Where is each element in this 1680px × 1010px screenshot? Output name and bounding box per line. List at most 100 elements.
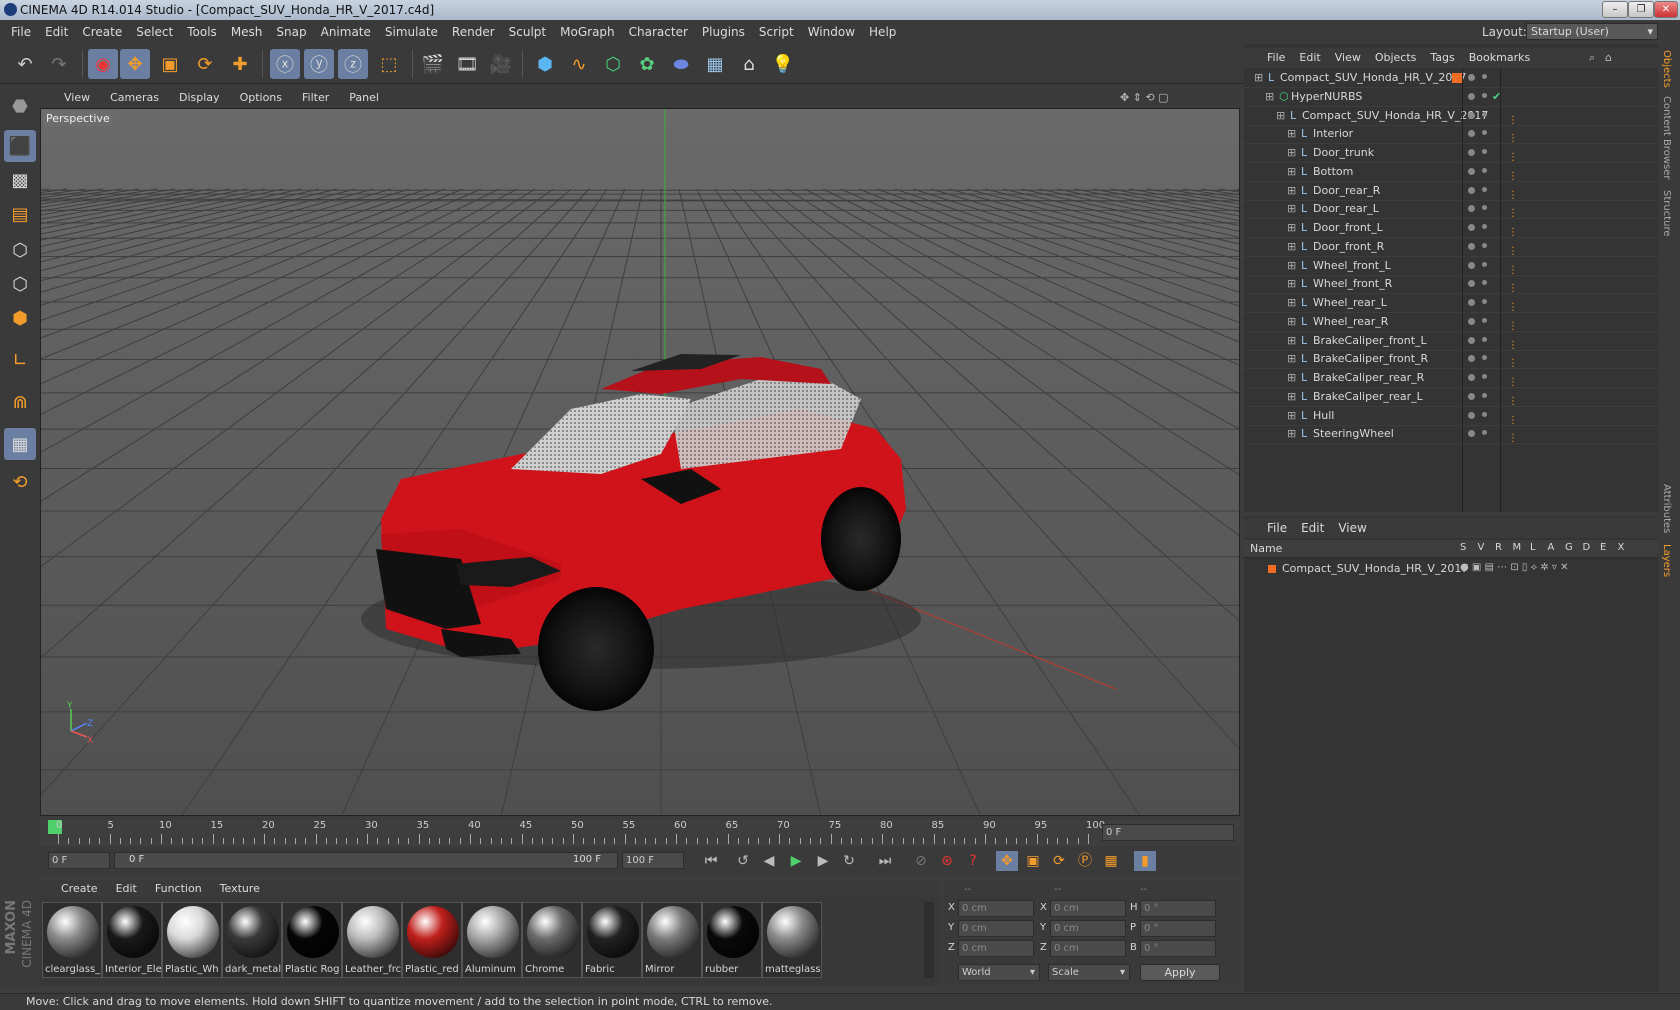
expand-icon[interactable]: ⊞ <box>1287 331 1296 351</box>
record-scale-icon[interactable]: ▣ <box>1022 851 1044 871</box>
material-menu-texture[interactable]: Texture <box>220 882 260 895</box>
expand-icon[interactable]: ⊞ <box>1265 87 1274 107</box>
object-row[interactable]: ⊞ ᒪ BrakeCaliper_front_L ⋮ <box>1244 331 1658 351</box>
expand-icon[interactable]: ⊞ <box>1287 218 1296 238</box>
menu-simulate[interactable]: Simulate <box>385 25 438 39</box>
material-tag-icon[interactable]: ⋮ <box>1508 298 1518 313</box>
visibility-dot-icon[interactable] <box>1468 74 1475 81</box>
render-dot-icon[interactable] <box>1482 299 1487 304</box>
material-menu-create[interactable]: Create <box>61 882 98 895</box>
axis-mode-icon[interactable]: ∟ <box>4 344 36 376</box>
polygons-mode-icon[interactable]: ⬢ <box>4 302 36 334</box>
render-dot-icon[interactable] <box>1482 186 1487 192</box>
render-dot-icon[interactable] <box>1482 130 1487 136</box>
edges-mode-icon[interactable]: ⬡ <box>4 268 36 300</box>
material-swatch[interactable]: Mirror <box>642 902 702 978</box>
coord-value-field[interactable]: 0 cm <box>1050 900 1126 917</box>
world-select[interactable]: World ▾ <box>958 964 1040 981</box>
material-swatch[interactable]: Aluminum <box>462 902 522 978</box>
visibility-dot-icon[interactable] <box>1468 167 1475 175</box>
material-tag-icon[interactable]: ⋮ <box>1508 336 1518 351</box>
material-swatch[interactable]: clearglass_ <box>42 902 102 978</box>
layout-select[interactable]: Startup (User) ▾ <box>1526 23 1658 40</box>
expand-icon[interactable]: ⊞ <box>1287 237 1296 257</box>
maximize-button[interactable]: ❐ <box>1628 1 1654 18</box>
visibility-dot-icon[interactable] <box>1468 317 1475 325</box>
layer-column-header[interactable]: D <box>1583 542 1591 553</box>
render-dot-icon[interactable] <box>1482 261 1487 267</box>
object-row[interactable]: ⊞ ᒪ Interior ⋮ <box>1244 124 1658 145</box>
render-dot-icon[interactable] <box>1482 336 1487 342</box>
render-settings-icon[interactable]: 🎥 <box>486 49 516 79</box>
object-row[interactable]: ⊞ ᒪ Compact_SUV_Honda_HR_V_2017 ⋮ <box>1244 106 1658 126</box>
apply-button[interactable]: Apply <box>1140 964 1220 981</box>
expand-icon[interactable]: ⊞ <box>1287 406 1296 426</box>
material-swatch[interactable]: Fabric <box>582 902 642 978</box>
keyframe-selection-icon[interactable]: ? <box>962 851 984 871</box>
layer-flags-icons[interactable]: ● ▣ ▤ ⋯ ⊡ ▯ ⟡ ✲ ▿ ✕ <box>1460 562 1569 573</box>
object-row[interactable]: ⊞ ᒪ Door_rear_L ⋮ <box>1244 199 1658 220</box>
visibility-dot-icon[interactable] <box>1468 111 1475 119</box>
undo-icon[interactable]: ↶ <box>10 49 40 79</box>
menu-mograph[interactable]: MoGraph <box>560 25 615 39</box>
render-dot-icon[interactable] <box>1482 92 1487 98</box>
spline-icon[interactable]: ∿ <box>564 49 594 79</box>
layer-column-header[interactable]: V <box>1478 542 1485 553</box>
scale-tool-icon[interactable]: ▣ <box>155 49 185 79</box>
visibility-dot-icon[interactable] <box>1468 205 1475 213</box>
expand-icon[interactable]: ⊞ <box>1287 274 1296 294</box>
material-menu-function[interactable]: Function <box>155 882 202 895</box>
floor-icon[interactable]: ▦ <box>700 49 730 79</box>
go-to-start-icon[interactable]: ⏮ <box>700 851 722 871</box>
expand-icon[interactable]: ⊞ <box>1254 68 1263 88</box>
object-row[interactable]: ⊞ ᒪ Wheel_rear_R ⋮ <box>1244 312 1658 332</box>
previous-key-icon[interactable]: ↺ <box>732 851 754 871</box>
workplane-lock-icon[interactable]: ▦ <box>4 428 36 460</box>
visibility-dot-icon[interactable] <box>1468 224 1475 231</box>
render-dot-icon[interactable] <box>1482 392 1487 398</box>
material-swatch[interactable]: rubber <box>702 902 762 978</box>
material-tag-icon[interactable]: ⋮ <box>1508 373 1518 388</box>
coord-value-field[interactable]: 0 cm <box>1050 940 1126 957</box>
menu-edit[interactable]: Edit <box>45 25 68 39</box>
play-icon[interactable]: ▶ <box>785 851 807 871</box>
material-swatch[interactable]: Plastic Rog <box>282 902 342 978</box>
expand-icon[interactable]: ⊞ <box>1287 424 1296 444</box>
expand-icon[interactable]: ⊞ <box>1287 312 1296 332</box>
next-frame-icon[interactable]: ▶ <box>812 851 834 871</box>
menu-select[interactable]: Select <box>136 25 173 39</box>
workplane-icon[interactable]: ▤ <box>4 198 36 230</box>
tab-content-browser[interactable]: Content Browser <box>1661 96 1672 179</box>
material-tag-icon[interactable]: ⋮ <box>1508 317 1518 332</box>
material-scrollbar[interactable] <box>924 902 934 978</box>
render-dot-icon[interactable] <box>1482 280 1487 286</box>
material-tag-icon[interactable]: ⋮ <box>1508 223 1518 238</box>
tab-structure[interactable]: Structure <box>1661 190 1672 237</box>
layer-menu-file[interactable]: File <box>1267 521 1287 535</box>
layer-column-header[interactable]: M <box>1513 542 1522 553</box>
material-tag-icon[interactable]: ⋮ <box>1508 279 1518 294</box>
visibility-dot-icon[interactable] <box>1468 374 1475 381</box>
render-dot-icon[interactable] <box>1482 430 1487 436</box>
menu-plugins[interactable]: Plugins <box>702 25 745 39</box>
locked-workplane-icon[interactable]: ⟲ <box>4 466 36 498</box>
timeline-window-icon[interactable]: ▮ <box>1134 851 1156 871</box>
render-dot-icon[interactable] <box>1482 149 1487 154</box>
material-tag-icon[interactable]: ⋮ <box>1508 111 1518 126</box>
menu-sculpt[interactable]: Sculpt <box>509 25 546 39</box>
close-button[interactable]: ✕ <box>1654 1 1678 18</box>
visibility-dot-icon[interactable] <box>1468 430 1475 438</box>
record-keys-icon[interactable]: ⊘ <box>910 851 932 871</box>
object-row[interactable]: ⊞ ᒪ Wheel_front_R ⋮ <box>1244 274 1658 295</box>
object-row[interactable]: ⊞ ᒪ Door_front_L ⋮ <box>1244 218 1658 238</box>
material-swatch[interactable]: matteglass <box>762 902 822 978</box>
search-icon[interactable]: ⌕ <box>1589 51 1595 65</box>
visibility-dot-icon[interactable] <box>1468 261 1475 269</box>
expand-icon[interactable]: ⊞ <box>1276 106 1285 126</box>
render-dot-icon[interactable] <box>1482 411 1487 417</box>
nurbs-icon[interactable]: ⬡ <box>598 49 628 79</box>
add-object-icon[interactable]: ✚ <box>225 49 255 79</box>
expand-icon[interactable]: ⊞ <box>1287 368 1296 388</box>
object-row[interactable]: ⊞ ᒪ Door_rear_R ⋮ <box>1244 181 1658 201</box>
expand-icon[interactable]: ⊞ <box>1287 181 1296 201</box>
